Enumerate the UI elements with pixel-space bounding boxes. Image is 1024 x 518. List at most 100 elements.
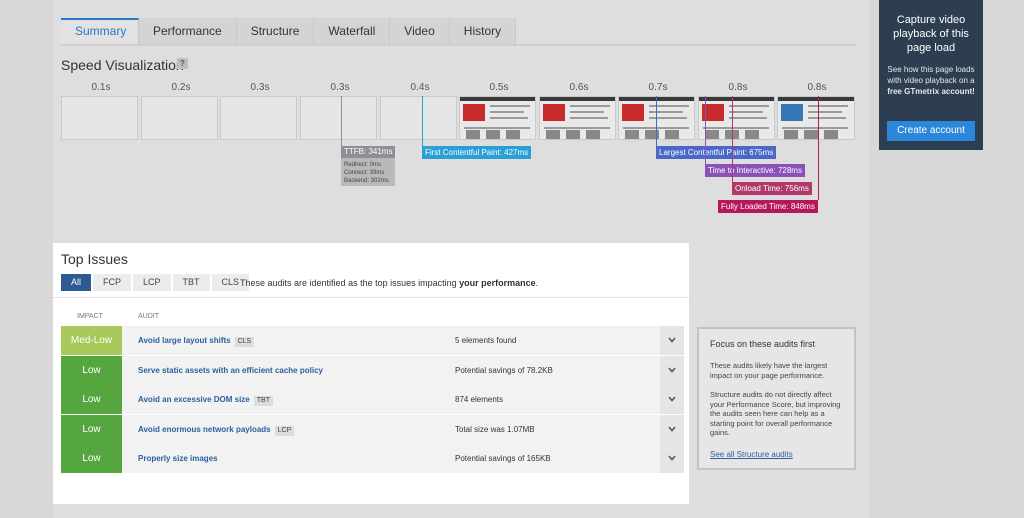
issue-row[interactable]: Low Serve static assets with an efficient…	[61, 355, 684, 385]
issue-row[interactable]: Low Avoid an excessive DOM size TBT 874 ele…	[61, 385, 684, 415]
tab-divider	[61, 44, 857, 46]
divider	[53, 297, 689, 298]
tti-marker: Time to Interactive: 728ms	[705, 164, 805, 177]
focus-text-2: Structure audits do not directly affect …	[710, 390, 841, 437]
issue-row[interactable]: Low Properly size images Potential savings…	[61, 444, 684, 474]
frame-content	[781, 104, 803, 121]
frame-time: 0.8s	[807, 82, 827, 93]
frame-content	[490, 105, 530, 107]
video-promo: Capture video playback of this page load…	[879, 0, 983, 150]
expand-toggle[interactable]	[660, 326, 684, 355]
tab-summary[interactable]: Summary	[61, 18, 139, 44]
frame-content	[824, 130, 838, 139]
tab-structure[interactable]: Structure	[236, 18, 315, 44]
audit-link[interactable]: Avoid an excessive DOM size TBT	[138, 385, 273, 414]
ttfb-label: TTFB: 341ms	[341, 146, 395, 158]
filmstrip-frame[interactable]	[380, 96, 457, 140]
fully-loaded-marker: Fully Loaded Time: 848ms	[718, 200, 818, 213]
tab-waterfall[interactable]: Waterfall	[314, 18, 391, 44]
frame-content	[546, 130, 560, 139]
filmstrip-frame[interactable]	[698, 96, 775, 140]
audit-link[interactable]: Serve static assets with an efficient ca…	[138, 356, 323, 385]
frame-content	[566, 130, 580, 139]
promo-body: See how this page loads with video playb…	[887, 65, 975, 96]
ttfb-details: TTFB: 341ms Redirect: 0ms Connect: 39ms …	[341, 146, 395, 186]
chevron-down-icon	[668, 337, 676, 343]
lcp-line	[656, 96, 657, 146]
filmstrip-frame[interactable]	[539, 96, 616, 140]
frame-content	[804, 130, 818, 139]
expand-toggle[interactable]	[660, 385, 684, 415]
frame-content	[625, 130, 639, 139]
frame-time: 0.1s	[91, 82, 111, 93]
lcp-marker: Largest Contentful Paint: 675ms	[656, 146, 777, 159]
expand-toggle[interactable]	[660, 414, 684, 444]
filter-all[interactable]: All	[61, 274, 92, 291]
focus-text-1: These audits likely have the largest imp…	[710, 361, 828, 380]
help-icon[interactable]: ?	[177, 58, 188, 69]
frame-content	[729, 105, 769, 107]
frame-content	[649, 105, 689, 107]
create-account-button[interactable]: Create account	[887, 121, 975, 141]
frame-content	[778, 97, 854, 101]
audit-result: Total size was 1.07MB	[455, 424, 535, 434]
filmstrip-frame[interactable]	[220, 96, 297, 140]
frame-content	[808, 111, 842, 113]
audit-link[interactable]: Properly size images	[138, 444, 218, 473]
frame-time: 0.6s	[569, 82, 589, 93]
filmstrip-frame[interactable]	[300, 96, 377, 140]
fcp-marker: First Contentful Paint: 427ms	[422, 146, 532, 159]
frame-time: 0.3s	[250, 82, 270, 93]
tab-video[interactable]: Video	[390, 18, 450, 44]
filmstrip-frame[interactable]	[141, 96, 218, 140]
frame-content	[586, 130, 600, 139]
structure-audits-link[interactable]: See all Structure audits	[710, 450, 793, 459]
expand-toggle[interactable]	[660, 355, 684, 385]
promo-title: Capture video playback of this page load	[893, 14, 969, 54]
tti-line	[705, 96, 706, 164]
filter-fcp[interactable]: FCP	[93, 274, 132, 291]
ttfb-backend: Backend: 302ms	[344, 178, 389, 184]
chevron-down-icon	[668, 396, 676, 402]
focus-title: Focus on these audits first	[710, 339, 816, 349]
frame-content	[570, 117, 608, 119]
expand-toggle[interactable]	[660, 444, 684, 474]
frame-time: 0.4s	[410, 82, 430, 93]
filmstrip-frame[interactable]	[777, 96, 855, 140]
frame-content	[665, 130, 679, 139]
frame-content	[808, 117, 846, 119]
audit-result: Potential savings of 78.2KB	[455, 365, 553, 375]
tab-history[interactable]: History	[449, 18, 517, 44]
metric-tag: LCP	[274, 425, 295, 436]
audit-link[interactable]: Avoid enormous network payloads LCP	[138, 415, 295, 444]
filter-tbt[interactable]: TBT	[172, 274, 210, 291]
impact-badge: Med-Low	[61, 326, 122, 355]
frame-content	[699, 97, 774, 101]
frame-content	[463, 104, 485, 121]
frame-time: 0.2s	[171, 82, 191, 93]
frame-content	[466, 130, 480, 139]
frame-content	[490, 117, 528, 119]
frame-content	[570, 105, 610, 107]
issue-row[interactable]: Med-Low Avoid large layout shifts CLS 5 ele…	[61, 326, 684, 355]
frame-content	[782, 127, 848, 129]
audit-result: Potential savings of 165KB	[455, 454, 551, 464]
frame-content	[540, 97, 615, 101]
frame-content	[490, 111, 524, 113]
frame-content	[544, 127, 610, 129]
audit-link[interactable]: Avoid large layout shifts CLS	[138, 326, 255, 355]
frame-content	[705, 130, 719, 139]
issue-filters: All FCP LCP TBT CLS	[61, 274, 251, 291]
frame-time: 0.3s	[330, 82, 350, 93]
issue-row[interactable]: Low Avoid enormous network payloads LCP Tot…	[61, 414, 684, 444]
frame-content	[649, 111, 683, 113]
filmstrip-frame[interactable]	[61, 96, 138, 140]
tab-performance[interactable]: Performance	[139, 18, 237, 44]
impact-column-header: IMPACT	[77, 313, 103, 320]
frame-content	[729, 117, 767, 119]
audit-column-header: AUDIT	[138, 313, 159, 320]
ttfb-connect: Connect: 39ms	[344, 170, 385, 176]
filmstrip-frame[interactable]	[459, 96, 536, 140]
frame-content	[649, 117, 687, 119]
filter-lcp[interactable]: LCP	[133, 274, 171, 291]
